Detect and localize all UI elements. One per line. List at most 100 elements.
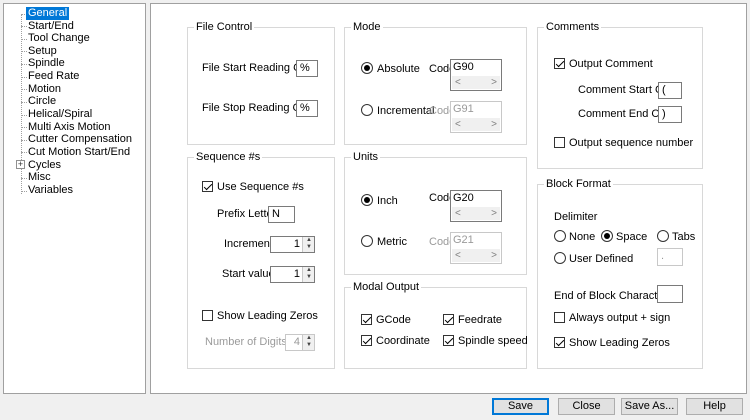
output-seq-checkbox[interactable] bbox=[554, 137, 565, 148]
metric-code-input[interactable]: G21 < > bbox=[450, 232, 502, 264]
help-button[interactable]: Help bbox=[686, 398, 743, 415]
scroll-arrows-icon[interactable]: < > bbox=[452, 118, 500, 131]
gcode-label: GCode bbox=[376, 314, 411, 326]
delimiter-label: Delimiter bbox=[554, 211, 598, 223]
spindle-speed-checkbox[interactable] bbox=[443, 335, 454, 346]
tree-item-cut-motion-start-end[interactable]: Cut Motion Start/End bbox=[28, 146, 130, 159]
plus-icon[interactable]: + bbox=[16, 160, 25, 169]
start-value-label: Start value bbox=[222, 268, 275, 280]
inch-radio[interactable] bbox=[361, 194, 373, 206]
delimiter-tabs-label: Tabs bbox=[672, 231, 696, 243]
save-as-button[interactable]: Save As... bbox=[621, 398, 678, 415]
tree-connector bbox=[21, 152, 27, 153]
use-sequence-label: Use Sequence #s bbox=[217, 181, 304, 193]
delimiter-none-radio[interactable] bbox=[554, 230, 566, 242]
tree-item-misc[interactable]: Misc bbox=[28, 171, 51, 184]
tree-connector bbox=[21, 191, 27, 192]
comment-start-input[interactable]: ( bbox=[658, 82, 682, 99]
number-of-digits-value: 4 bbox=[293, 336, 300, 348]
tree-item-cutter-compensation[interactable]: Cutter Compensation bbox=[28, 133, 132, 146]
spin-arrows-icon[interactable]: ▲ ▼ bbox=[302, 237, 314, 252]
inch-code-input[interactable]: G20 < > bbox=[450, 190, 502, 222]
start-value-stepper[interactable]: 1 ▲ ▼ bbox=[270, 266, 315, 283]
delimiter-space-radio[interactable] bbox=[601, 230, 613, 242]
block-leading-zeros-checkbox[interactable] bbox=[554, 337, 565, 348]
user-defined-input[interactable]: . bbox=[657, 248, 683, 266]
tree-item-general[interactable]: General bbox=[26, 7, 70, 20]
end-of-block-input[interactable] bbox=[657, 285, 683, 303]
block-leading-zeros-label: Show Leading Zeros bbox=[569, 337, 670, 349]
output-comment-checkbox[interactable] bbox=[554, 58, 565, 69]
use-sequence-checkbox[interactable] bbox=[202, 181, 213, 192]
inch-code-value: G20 bbox=[453, 192, 474, 204]
tree-connector bbox=[21, 64, 27, 65]
group-title: Units bbox=[351, 151, 381, 164]
output-comment-label: Output Comment bbox=[569, 58, 653, 70]
increment-stepper[interactable]: 1 ▲ ▼ bbox=[270, 236, 315, 253]
coordinate-checkbox[interactable] bbox=[361, 335, 372, 346]
absolute-radio[interactable] bbox=[361, 62, 373, 74]
user-defined-radio[interactable] bbox=[554, 252, 566, 264]
settings-tree[interactable]: General Start/End Tool Change Setup Spin… bbox=[3, 3, 146, 394]
delimiter-tabs-radio[interactable] bbox=[657, 230, 669, 242]
sequence-group: Sequence #s Use Sequence #s Prefix Lette… bbox=[187, 151, 335, 369]
comment-end-input[interactable]: ) bbox=[658, 106, 682, 123]
metric-radio[interactable] bbox=[361, 235, 373, 247]
metric-label: Metric bbox=[377, 236, 407, 248]
close-button[interactable]: Close bbox=[558, 398, 615, 415]
comments-group: Comments Output Comment Comment Start Ch… bbox=[537, 21, 703, 169]
absolute-code-input[interactable]: G90 < > bbox=[450, 59, 502, 91]
tree-connector bbox=[21, 51, 27, 52]
end-of-block-label: End of Block Character bbox=[554, 290, 668, 302]
user-defined-label: User Defined bbox=[569, 253, 634, 265]
file-stop-input[interactable]: % bbox=[296, 100, 318, 117]
tree-item-feed-rate[interactable]: Feed Rate bbox=[28, 70, 79, 83]
metric-code-value: G21 bbox=[453, 234, 474, 246]
tree-connector bbox=[21, 89, 27, 90]
tree-connector bbox=[21, 115, 27, 116]
feedrate-label: Feedrate bbox=[458, 314, 503, 326]
spin-arrows-icon[interactable]: ▲ ▼ bbox=[302, 267, 314, 282]
absolute-code-value: G90 bbox=[453, 61, 474, 73]
delimiter-space-label: Space bbox=[616, 231, 648, 243]
incremental-radio[interactable] bbox=[361, 104, 373, 116]
always-sign-checkbox[interactable] bbox=[554, 312, 565, 323]
spin-arrows-icon[interactable]: ▲ ▼ bbox=[302, 335, 314, 350]
always-sign-label: Always output + sign bbox=[569, 312, 671, 324]
tree-connector bbox=[21, 140, 27, 141]
group-title: Comments bbox=[544, 21, 602, 34]
tree-connector bbox=[21, 102, 27, 103]
inch-label: Inch bbox=[377, 195, 398, 207]
seq-leading-zeros-checkbox[interactable] bbox=[202, 310, 213, 321]
tree-item-circle[interactable]: Circle bbox=[28, 95, 56, 108]
tree-item-spindle[interactable]: Spindle bbox=[28, 57, 65, 70]
file-start-input[interactable]: % bbox=[296, 60, 318, 77]
absolute-label: Absolute bbox=[377, 63, 420, 75]
feedrate-checkbox[interactable] bbox=[443, 314, 454, 325]
file-control-group: File Control File Start Reading Char % F… bbox=[187, 21, 335, 145]
increment-label: Increment bbox=[224, 238, 273, 250]
scroll-arrows-icon[interactable]: < > bbox=[452, 207, 500, 220]
group-title: File Control bbox=[194, 21, 255, 34]
group-title: Sequence #s bbox=[194, 151, 263, 164]
group-title: Mode bbox=[351, 21, 383, 34]
number-of-digits-label: Number of Digits bbox=[205, 336, 287, 348]
incremental-code-input[interactable]: G91 < > bbox=[450, 101, 502, 133]
group-title: Block Format bbox=[544, 178, 613, 191]
modal-output-group: Modal Output GCode Feedrate Coordinate S… bbox=[344, 281, 528, 369]
tree-item-tool-change[interactable]: Tool Change bbox=[28, 32, 90, 45]
prefix-letter-input[interactable]: N bbox=[268, 206, 295, 223]
seq-leading-zeros-label: Show Leading Zeros bbox=[217, 310, 318, 322]
scroll-arrows-icon[interactable]: < > bbox=[452, 76, 500, 89]
tree-item-variables[interactable]: Variables bbox=[28, 184, 73, 197]
delimiter-none-label: None bbox=[569, 231, 596, 243]
gcode-checkbox[interactable] bbox=[361, 314, 372, 325]
scroll-arrows-icon[interactable]: < > bbox=[452, 249, 500, 262]
number-of-digits-stepper[interactable]: 4 ▲ ▼ bbox=[285, 334, 315, 351]
start-value-value: 1 bbox=[293, 268, 300, 280]
units-group: Units Inch Code G20 < > Metric Code G21 <… bbox=[344, 151, 527, 275]
incremental-code-value: G91 bbox=[453, 103, 474, 115]
block-format-group: Block Format Delimiter None Space Tabs U… bbox=[537, 178, 703, 369]
save-button[interactable]: Save bbox=[492, 398, 549, 415]
tree-item-helical-spiral[interactable]: Helical/Spiral bbox=[28, 108, 92, 121]
